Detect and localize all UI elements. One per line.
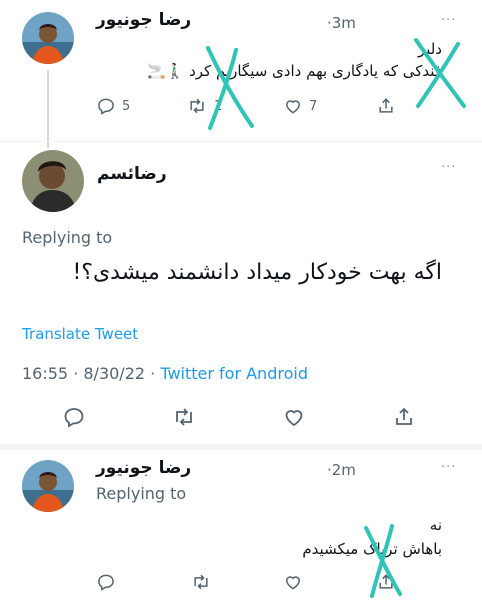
display-name[interactable]: رضائسم <box>97 164 167 184</box>
retweet-count: 1 <box>214 98 223 114</box>
source-link[interactable]: Twitter for Android <box>160 364 308 383</box>
reply-icon <box>62 405 86 429</box>
avatar-image <box>22 150 84 212</box>
timestamp[interactable]: 16:55 · 8/30/22 · <box>22 364 160 383</box>
tweet-2[interactable]: رضائسم ··· Replying to اگه بهت خودکار می… <box>0 142 482 442</box>
share-button[interactable] <box>376 96 396 116</box>
heart-icon <box>283 96 303 116</box>
heart-icon <box>282 405 306 429</box>
reply-button[interactable]: 5 <box>96 96 130 116</box>
tweet-text: اگه بهت خودکار میداد دانشمند میشدی؟! <box>72 260 442 285</box>
display-name[interactable]: رضا جونیور <box>96 458 191 478</box>
avatar-image <box>22 460 74 512</box>
replying-to[interactable]: Replying to <box>96 484 186 503</box>
translate-tweet-link[interactable]: Translate Tweet <box>22 325 138 343</box>
retweet-button[interactable] <box>171 405 197 429</box>
share-icon <box>392 405 416 429</box>
reply-count: 5 <box>122 98 131 114</box>
share-icon <box>376 96 396 116</box>
tweet-text-line1: نه <box>429 516 442 534</box>
like-button[interactable] <box>283 572 303 592</box>
tweet-time[interactable]: ·2m <box>327 461 356 479</box>
share-button[interactable] <box>376 572 396 592</box>
display-name[interactable]: رضا جونیور <box>96 10 191 30</box>
avatar[interactable] <box>22 12 74 64</box>
retweet-button[interactable] <box>190 572 212 592</box>
avatar[interactable] <box>22 460 74 512</box>
thread-line <box>47 70 49 148</box>
more-icon[interactable]: ··· <box>441 160 456 175</box>
retweet-icon <box>171 405 197 429</box>
like-button[interactable] <box>282 405 306 429</box>
tweet-meta: 16:55 · 8/30/22 · Twitter for Android <box>22 364 308 383</box>
share-icon <box>376 572 396 592</box>
tweet-3[interactable]: رضا جونیور ·2m ··· Replying to نه باهاش … <box>0 450 482 600</box>
like-count: 7 <box>309 98 318 114</box>
heart-icon <box>283 572 303 592</box>
reply-icon <box>96 572 116 592</box>
tweet-time[interactable]: ·3m <box>327 14 356 32</box>
reply-icon <box>96 96 116 116</box>
tweet-text-line2: فندکی که یادگاری بهم دادی سیگاریم کرد 🚶🏻… <box>146 62 442 80</box>
scribble-mark <box>206 46 254 130</box>
retweet-icon <box>190 572 212 592</box>
reply-button[interactable] <box>62 405 86 429</box>
tweet-text-line2: باهاش تریاک میکشیدم <box>302 540 442 558</box>
retweet-button[interactable]: 1 <box>186 96 222 116</box>
like-button[interactable]: 7 <box>283 96 317 116</box>
more-icon[interactable]: ··· <box>441 13 456 28</box>
tweet-text-line1: دلبر <box>417 40 442 58</box>
reply-button[interactable] <box>96 572 116 592</box>
avatar-image <box>22 12 74 64</box>
avatar[interactable] <box>22 150 84 212</box>
replying-to[interactable]: Replying to <box>22 228 112 247</box>
tweet-1[interactable]: رضا جونیور ·3m ··· دلبر فندکی که یادگاری… <box>0 0 482 148</box>
more-icon[interactable]: ··· <box>441 460 456 475</box>
share-button[interactable] <box>392 405 416 429</box>
retweet-icon <box>186 96 208 116</box>
